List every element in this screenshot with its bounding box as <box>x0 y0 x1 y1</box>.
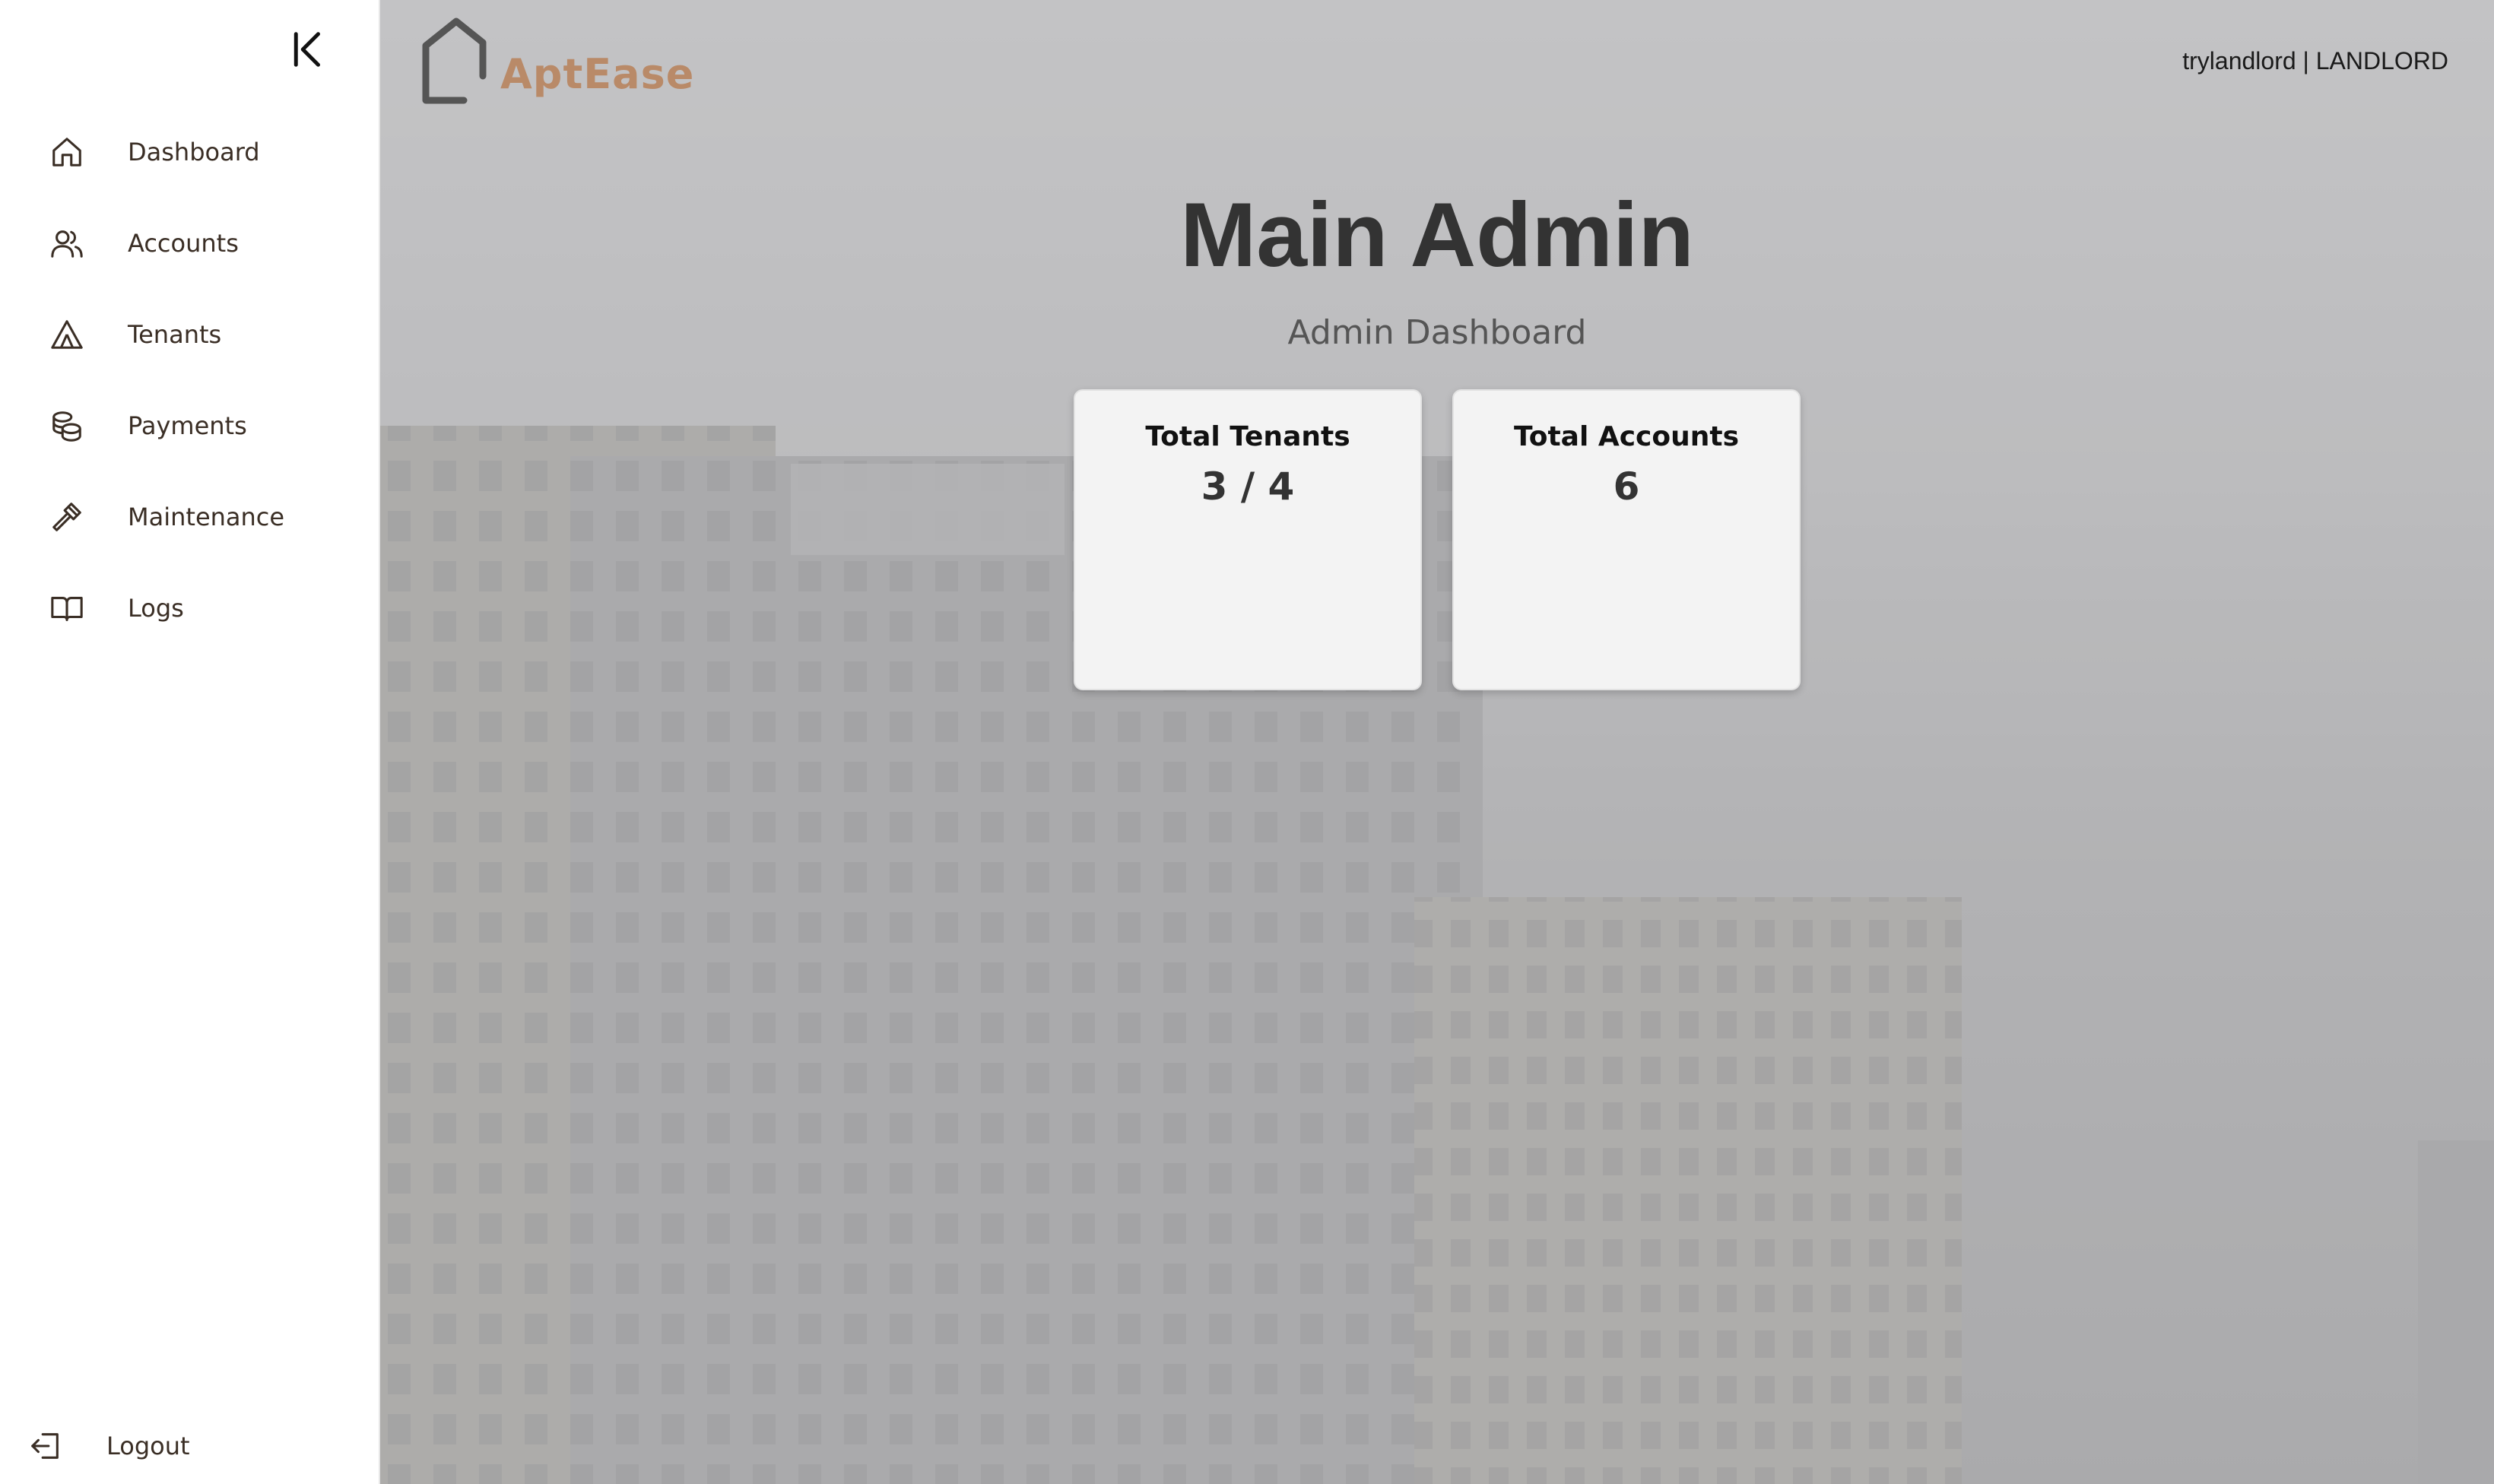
app-logo[interactable]: AptEase <box>418 15 693 114</box>
book-icon <box>47 588 87 628</box>
sidebar-item-payments[interactable]: Payments <box>0 388 380 464</box>
sidebar: Dashboard Accounts Tenants Payments Main… <box>0 0 380 1484</box>
sidebar-item-label: Dashboard <box>128 138 260 166</box>
coins-icon <box>47 406 87 446</box>
sidebar-item-label: Payments <box>128 411 247 440</box>
sidebar-item-label: Tenants <box>128 320 222 349</box>
total-accounts-card[interactable]: Total Accounts 6 <box>1452 389 1801 690</box>
user-info: trylandlord | LANDLORD <box>2182 47 2448 75</box>
sidebar-item-maintenance[interactable]: Maintenance <box>0 479 380 555</box>
logout-label: Logout <box>106 1432 190 1460</box>
total-tenants-card[interactable]: Total Tenants 3 / 4 <box>1074 389 1422 690</box>
house-logo-icon <box>422 17 487 104</box>
logout-button[interactable]: Logout <box>0 1408 380 1484</box>
card-title: Total Tenants <box>1145 421 1350 452</box>
tent-icon <box>47 315 87 354</box>
main-content: AptEase trylandlord | LANDLORD Main Admi… <box>380 0 2494 1484</box>
card-title: Total Accounts <box>1513 421 1740 452</box>
page-subtitle: Admin Dashboard <box>1287 313 1587 352</box>
sidebar-item-label: Logs <box>128 594 184 623</box>
sidebar-item-tenants[interactable]: Tenants <box>0 296 380 373</box>
collapse-left-icon <box>294 32 320 67</box>
sidebar-item-dashboard[interactable]: Dashboard <box>0 114 380 190</box>
collapse-sidebar-button[interactable] <box>281 23 335 76</box>
hammer-icon <box>47 497 87 537</box>
card-value: 3 / 4 <box>1201 465 1295 509</box>
sidebar-item-accounts[interactable]: Accounts <box>0 205 380 281</box>
app-name: AptEase <box>500 50 695 98</box>
home-icon <box>47 132 87 172</box>
card-value: 6 <box>1613 465 1640 509</box>
sidebar-item-label: Maintenance <box>128 503 285 531</box>
logout-icon <box>26 1426 65 1466</box>
sidebar-item-logs[interactable]: Logs <box>0 570 380 646</box>
users-icon <box>47 224 87 263</box>
sidebar-item-label: Accounts <box>128 229 239 258</box>
page-title: Main Admin <box>1180 184 1694 286</box>
